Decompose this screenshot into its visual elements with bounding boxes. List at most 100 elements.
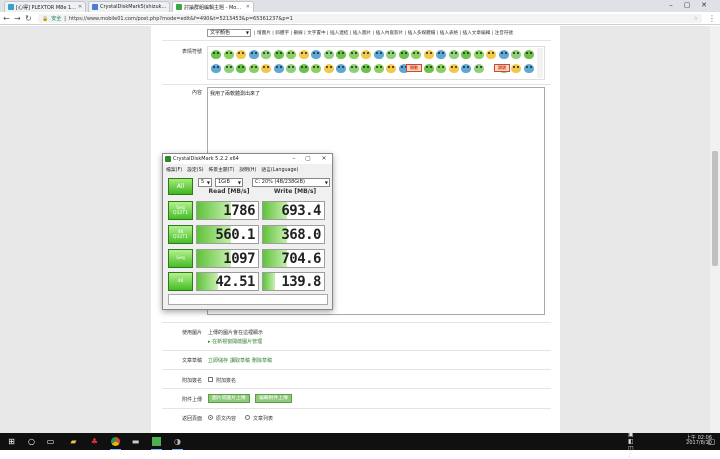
url-input[interactable]: 🔒 安全 | https://www.mobile01.com/post.php… xyxy=(38,14,702,23)
emoji-icon[interactable] xyxy=(373,64,384,73)
emoji-icon[interactable] xyxy=(373,50,384,59)
emoji-icon[interactable] xyxy=(386,50,396,59)
emoji-icon[interactable] xyxy=(473,50,484,59)
font-color-select[interactable]: 文字顏色 ▼ xyxy=(207,29,251,37)
emoji-icon[interactable] xyxy=(486,50,496,59)
tab-plextor[interactable]: [心得] PLEXTOR M8e 1... ✕ xyxy=(4,1,86,12)
reload-icon[interactable]: ↻ xyxy=(25,14,32,23)
emoji-icon[interactable] xyxy=(398,50,409,59)
emoji-icon[interactable] xyxy=(511,64,521,73)
emoji-icon[interactable] xyxy=(436,64,446,73)
emoji-icon[interactable] xyxy=(498,50,509,59)
load-draft-link[interactable]: 讀取草稿 xyxy=(230,357,250,364)
upload-image-button[interactable]: 圖片或圖片上傳 xyxy=(208,394,250,403)
emoji-stamp-icon[interactable]: 開動 xyxy=(406,64,422,72)
system-tray-icons[interactable]: ⌃ ▣ ◧ ◫ ♪ xyxy=(628,424,639,459)
emoji-stamp-icon[interactable]: 讚讚 xyxy=(494,64,510,72)
drive-select[interactable]: C: 20% (4B/238GiB) ▼ xyxy=(252,178,330,187)
comment-input[interactable] xyxy=(168,294,328,305)
return-list-radio[interactable] xyxy=(245,415,250,420)
emoji-icon[interactable] xyxy=(323,50,334,59)
emoji-icon[interactable] xyxy=(323,64,334,73)
emoji-icon[interactable] xyxy=(273,64,284,73)
windows-start-icon[interactable]: ⊞ xyxy=(6,436,17,447)
close-icon[interactable]: ✕ xyxy=(168,4,169,10)
emoji-icon[interactable] xyxy=(261,50,271,59)
cdm-titlebar[interactable]: CrystalDiskMark 5.2.2 x64 – ▢ ✕ xyxy=(163,154,332,164)
menu-settings[interactable]: 設定(S) xyxy=(187,166,203,173)
emoji-icon[interactable] xyxy=(298,64,309,73)
image-manager-link[interactable]: ▸ 在新視窗開啟圖片管理 xyxy=(208,338,262,345)
test-button[interactable]: Seq xyxy=(168,249,193,268)
menu-theme[interactable]: 佈景主題(T) xyxy=(209,166,235,173)
emoji-icon[interactable] xyxy=(311,64,321,73)
emoji-icon[interactable] xyxy=(223,64,234,73)
test-button[interactable]: 4K Q32T1 xyxy=(168,225,193,244)
emoji-icon[interactable] xyxy=(223,50,234,59)
close-icon[interactable]: ✕ xyxy=(78,4,82,10)
app-icon[interactable]: ♣ xyxy=(89,436,100,447)
test-button[interactable]: 4K xyxy=(168,272,193,291)
forward-icon[interactable]: → xyxy=(14,14,21,23)
task-view-icon[interactable]: ▭ xyxy=(45,436,56,447)
emoji-icon[interactable] xyxy=(448,64,459,73)
menu-icon[interactable]: ⋮ xyxy=(708,14,716,23)
crystaldiskmark-taskbar-icon[interactable] xyxy=(151,436,162,450)
emoji-icon[interactable] xyxy=(511,50,521,59)
upload-attachment-button[interactable]: 編輯附件上傳 xyxy=(255,394,292,403)
minimize-icon[interactable]: – xyxy=(664,0,678,11)
notifications-icon[interactable]: ▢ xyxy=(706,436,717,447)
emoji-icon[interactable] xyxy=(523,64,534,73)
menu-language[interactable]: 語言(Language) xyxy=(261,166,298,173)
size-select[interactable]: 1GiB ▼ xyxy=(215,178,243,187)
emoji-icon[interactable] xyxy=(361,50,371,59)
tab-edit-post[interactable]: 討論群組編輯主題 - Mo... ✕ xyxy=(172,1,254,12)
crystaldiskmark-window[interactable]: CrystalDiskMark 5.2.2 x64 – ▢ ✕ 檔案(F) 設定… xyxy=(162,153,333,310)
app-icon[interactable]: ◑ xyxy=(172,436,183,450)
emoji-icon[interactable] xyxy=(386,64,396,73)
emoji-icon[interactable] xyxy=(461,50,471,59)
emoji-icon[interactable] xyxy=(336,50,346,59)
app-icon[interactable]: ▬ xyxy=(130,436,141,447)
emoji-icon[interactable] xyxy=(348,50,359,59)
emoji-icon[interactable] xyxy=(236,64,246,73)
emoji-icon[interactable] xyxy=(261,64,271,73)
emoji-icon[interactable] xyxy=(361,64,371,73)
tab-crystaldiskmark[interactable]: CrystalDiskMark5(shizuk... ✕ xyxy=(88,1,170,12)
page-scrollbar[interactable] xyxy=(710,26,720,433)
emoji-icon[interactable] xyxy=(336,64,346,73)
emoji-icon[interactable] xyxy=(423,50,434,59)
emoji-icon[interactable] xyxy=(461,64,471,73)
emoji-icon[interactable] xyxy=(286,64,296,73)
emoji-icon[interactable] xyxy=(211,50,221,59)
emoji-icon[interactable] xyxy=(248,50,259,59)
count-select[interactable]: 5 ▼ xyxy=(198,178,212,187)
signature-checkbox[interactable] xyxy=(208,377,213,382)
search-icon[interactable]: ○ xyxy=(26,436,37,447)
emoji-icon[interactable] xyxy=(298,50,309,59)
emoji-icon[interactable] xyxy=(211,64,221,73)
emoji-icon[interactable] xyxy=(523,50,534,59)
file-explorer-icon[interactable]: ▰ xyxy=(68,436,79,447)
save-draft-link[interactable]: 立即儲存 xyxy=(208,357,228,364)
menu-file[interactable]: 檔案(F) xyxy=(166,166,182,173)
emoji-scrollbar[interactable] xyxy=(537,48,543,78)
menu-help[interactable]: 說明(H) xyxy=(239,166,256,173)
return-original-radio[interactable] xyxy=(208,415,213,420)
minimize-icon[interactable]: – xyxy=(289,154,299,164)
emoji-icon[interactable] xyxy=(411,50,421,59)
emoji-icon[interactable] xyxy=(423,64,434,73)
star-icon[interactable]: ☆ xyxy=(694,16,698,22)
editor-toolbar-links[interactable]: | 增圖片 | 斜體字 | 刪線 | 文字置中 | 插入連結 | 插入圖片 | … xyxy=(254,30,513,36)
emoji-icon[interactable] xyxy=(448,50,459,59)
close-icon[interactable]: ✕ xyxy=(246,4,250,10)
emoji-icon[interactable] xyxy=(236,50,246,59)
all-button[interactable]: All xyxy=(168,178,193,195)
scrollbar-thumb[interactable] xyxy=(712,151,718,266)
test-button[interactable]: Seq Q32T1 xyxy=(168,201,193,220)
emoji-panel[interactable]: 開動 讚讚 xyxy=(207,46,545,80)
emoji-icon[interactable] xyxy=(311,50,321,59)
close-window-icon[interactable]: ✕ xyxy=(697,0,711,11)
back-icon[interactable]: ← xyxy=(3,14,10,23)
close-icon[interactable]: ✕ xyxy=(319,154,329,164)
